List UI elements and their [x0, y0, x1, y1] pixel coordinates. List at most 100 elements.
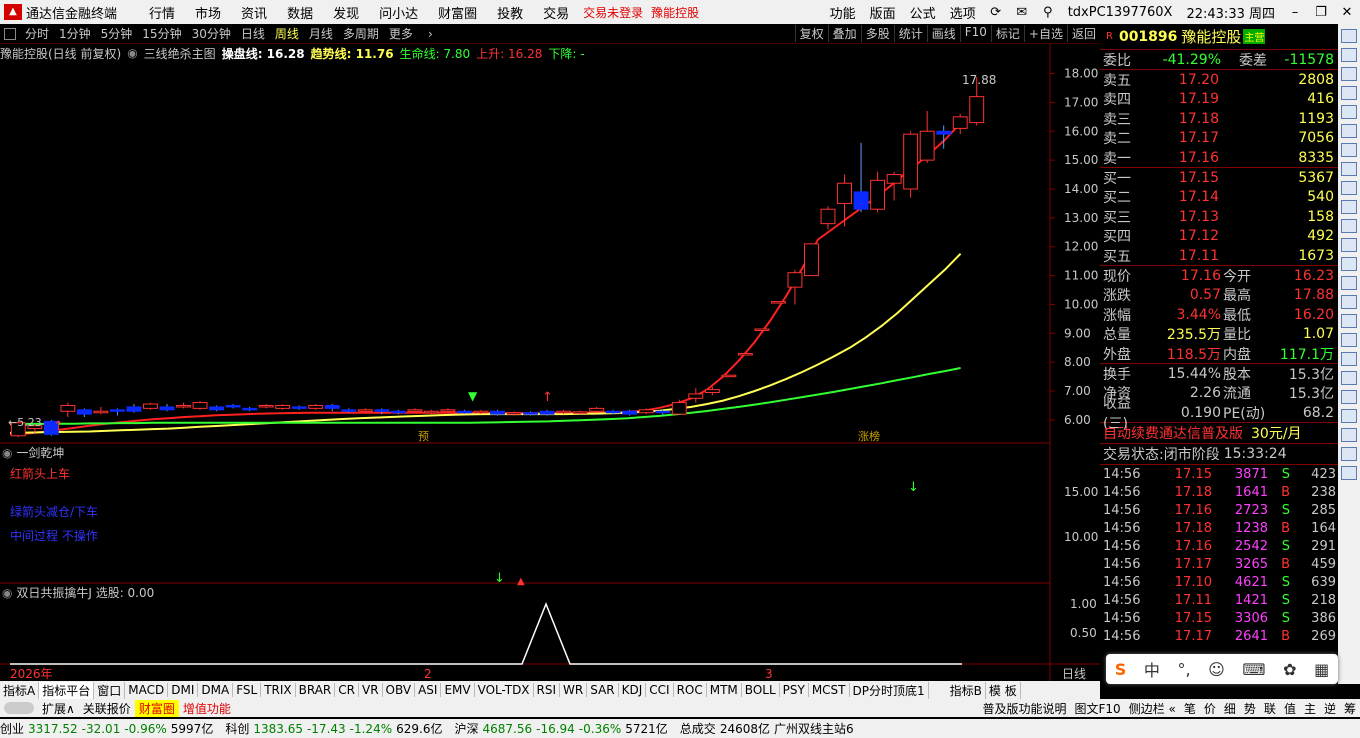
menu-item-jiaoyi[interactable]: 交易: [533, 3, 579, 22]
chart-canvas[interactable]: 18.00 17.00 16.00 15.00 14.00 13.00 12.00 11.00…: [0, 44, 1100, 681]
sell-level[interactable]: 卖三 17.18 1193: [1100, 109, 1338, 128]
tool-f10[interactable]: F10: [959, 25, 991, 42]
sell-level[interactable]: 卖五 17.20 2808: [1100, 70, 1338, 89]
minimize-icon[interactable]: –: [1282, 5, 1308, 20]
ext-shi[interactable]: 势: [1240, 700, 1260, 717]
strip-icon-19[interactable]: [1341, 371, 1357, 385]
index-name[interactable]: 沪深: [454, 720, 482, 737]
indicator-tab[interactable]: MCST: [809, 683, 850, 697]
tool-huaxian[interactable]: 画线: [926, 25, 960, 42]
strip-icon-1[interactable]: [1341, 29, 1357, 43]
strip-icon-16[interactable]: [1341, 314, 1357, 328]
indicator-tab[interactable]: RSI: [534, 683, 561, 697]
ext-value-added[interactable]: 增值功能: [179, 700, 235, 717]
stock-name[interactable]: 豫能控股: [1181, 26, 1241, 47]
menu-item-shichang[interactable]: 市场: [185, 3, 231, 22]
menu-item-xuanxiang[interactable]: 选项: [943, 3, 983, 22]
indicator-tab[interactable]: TRIX: [261, 683, 296, 697]
indicator-tab[interactable]: OBV: [383, 683, 416, 697]
indicator-tab[interactable]: CCI: [646, 683, 674, 697]
menu-item-banmian[interactable]: 版面: [863, 3, 903, 22]
indicator-tab[interactable]: DMA: [198, 683, 234, 697]
ext-lian[interactable]: 联: [1260, 700, 1280, 717]
buy-level[interactable]: 买三 17.13 158: [1100, 207, 1338, 226]
indicator-tab[interactable]: BRAR: [296, 683, 336, 697]
ext-help[interactable]: 普及版功能说明: [978, 700, 1070, 717]
ext-jia[interactable]: 价: [1200, 700, 1220, 717]
refresh-icon[interactable]: ⟳: [983, 5, 1009, 20]
ad-price[interactable]: 30元/月: [1251, 423, 1302, 443]
tool-diejia[interactable]: 叠加: [827, 25, 861, 42]
menu-item-caifuquan[interactable]: 财富圈: [428, 3, 487, 22]
indicator-tab[interactable]: MTM: [707, 683, 742, 697]
ime-lang[interactable]: 中: [1144, 657, 1160, 681]
buy-level[interactable]: 买二 17.14 540: [1100, 188, 1338, 207]
sell-level[interactable]: 卖一 17.16 8335: [1100, 148, 1338, 167]
indicator-tab[interactable]: BOLL: [742, 683, 780, 697]
period-5min[interactable]: 5分钟: [96, 25, 138, 42]
indicator-tab[interactable]: VR: [359, 683, 383, 697]
indicator-tab[interactable]: DP分时顶底1: [850, 681, 929, 699]
strip-icon-15[interactable]: [1341, 295, 1357, 309]
strip-icon-21[interactable]: [1341, 409, 1357, 423]
strip-icon-8[interactable]: [1341, 162, 1357, 176]
strip-icon-24[interactable]: [1341, 466, 1357, 480]
ext-zhu[interactable]: 主: [1300, 700, 1320, 717]
panel-toggle-icon[interactable]: ◉: [2, 446, 12, 460]
strip-icon-2[interactable]: [1341, 48, 1357, 62]
sell-level[interactable]: 卖二 17.17 7056: [1100, 129, 1338, 148]
indicator-tab[interactable]: 模 板: [986, 681, 1021, 699]
period-weekly[interactable]: 月线: [304, 25, 338, 42]
strip-icon-3[interactable]: [1341, 67, 1357, 81]
ime-skin-icon[interactable]: ✿: [1283, 660, 1296, 679]
ime-menu-icon[interactable]: ▦: [1314, 660, 1329, 679]
indicator-tab[interactable]: PSY: [780, 683, 809, 697]
menu-item-faxian[interactable]: 发现: [323, 3, 369, 22]
ad-banner[interactable]: 自动续费通达信普及版 30元/月: [1100, 423, 1338, 444]
menu-item-hangqing[interactable]: 行情: [139, 3, 185, 22]
ext-expand[interactable]: 扩展∧: [38, 700, 79, 717]
indicator-tab[interactable]: WR: [560, 683, 588, 697]
strip-icon-23[interactable]: [1341, 447, 1357, 461]
strip-icon-6[interactable]: [1341, 124, 1357, 138]
menu-item-gongshi[interactable]: 公式: [903, 3, 943, 22]
indicator-tab[interactable]: KDJ: [619, 683, 647, 697]
indicator-tab[interactable]: 窗口: [94, 681, 126, 699]
period-fenshi[interactable]: 分时: [20, 25, 54, 42]
indicator-tab[interactable]: ROC: [674, 683, 707, 697]
period-30min[interactable]: 30分钟: [187, 25, 236, 42]
period-monthly[interactable]: 多周期: [338, 25, 384, 42]
indicator-tab[interactable]: FSL: [233, 683, 262, 697]
indicator-tab[interactable]: DMI: [168, 683, 199, 697]
restore-icon[interactable]: ❐: [1308, 5, 1334, 20]
ext-bi[interactable]: 笔: [1180, 700, 1200, 717]
panel-toggle-icon[interactable]: [4, 27, 16, 40]
tool-duogu[interactable]: 多股: [860, 25, 894, 42]
strip-icon-22[interactable]: [1341, 428, 1357, 442]
chevron-right-icon[interactable]: ›: [428, 27, 433, 41]
ext-ni[interactable]: 逆: [1320, 700, 1340, 717]
strip-icon-20[interactable]: [1341, 390, 1357, 404]
stock-link[interactable]: 豫能控股: [647, 4, 703, 21]
ext-xi[interactable]: 细: [1220, 700, 1240, 717]
menu-item-shuju[interactable]: 数据: [277, 3, 323, 22]
strip-icon-11[interactable]: [1341, 219, 1357, 233]
ext-related-quote[interactable]: 关联报价: [79, 700, 135, 717]
strip-icon-4[interactable]: [1341, 86, 1357, 100]
indicator-tab[interactable]: 指标A: [0, 681, 40, 699]
period-15min[interactable]: 15分钟: [137, 25, 186, 42]
ime-punct-icon[interactable]: °,: [1177, 660, 1190, 679]
indicator-tab[interactable]: SAR: [587, 683, 619, 697]
indicator-tab[interactable]: 指标平台: [39, 681, 95, 699]
strip-icon-13[interactable]: [1341, 257, 1357, 271]
ime-keyboard-icon[interactable]: ⌨: [1242, 660, 1265, 679]
ime-emoji-icon[interactable]: ☺: [1208, 660, 1225, 679]
tick-list[interactable]: 14:56 17.15 3871 S 423 14:56 17.18 1641 B 238 14:5…: [1100, 465, 1338, 645]
ime-toolbar[interactable]: S 中 °, ☺ ⌨ ✿ ▦: [1106, 654, 1338, 684]
strip-icon-5[interactable]: [1341, 105, 1357, 119]
ext-zhi[interactable]: 值: [1280, 700, 1300, 717]
ext-sidebar[interactable]: 侧边栏 «: [1125, 700, 1180, 717]
indicator-tab[interactable]: 指标B: [947, 681, 986, 699]
menu-item-toujiao[interactable]: 投教: [487, 3, 533, 22]
strip-icon-17[interactable]: [1341, 333, 1357, 347]
